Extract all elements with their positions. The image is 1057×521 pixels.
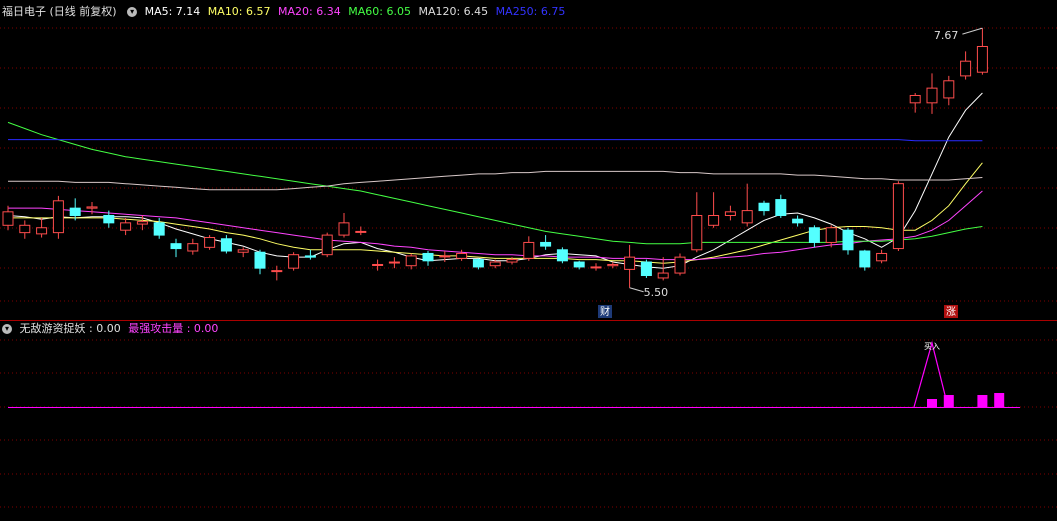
candle-body[interactable] (859, 250, 871, 268)
marker-zhang: 涨 (946, 306, 956, 318)
candle-body[interactable] (943, 80, 955, 99)
candle-body[interactable] (237, 249, 249, 253)
candle-body[interactable] (36, 227, 48, 235)
candle-body[interactable] (741, 210, 753, 224)
candle-body[interactable] (388, 261, 400, 264)
candle-body[interactable] (472, 259, 484, 268)
candle-body[interactable] (153, 222, 165, 236)
indicator-value: : 0.00 (89, 322, 121, 335)
candle-body[interactable] (204, 237, 216, 248)
candle-body[interactable] (271, 270, 283, 273)
high-price-label: 7.67 (934, 29, 959, 42)
candle-body[interactable] (304, 255, 316, 258)
candle-body[interactable] (573, 261, 585, 268)
settings-icon[interactable]: ▾ (127, 7, 138, 17)
candle-body[interactable] (976, 45, 988, 73)
candle-body[interactable] (691, 214, 703, 251)
candle-body[interactable] (456, 252, 468, 259)
candle-body[interactable] (2, 211, 14, 226)
indicator-peak-label: 买入 (924, 342, 940, 351)
candle-body[interactable] (808, 227, 820, 243)
candle-body[interactable] (792, 218, 804, 224)
candle-body[interactable] (758, 202, 770, 212)
candle-body[interactable] (422, 252, 434, 262)
candle-body[interactable] (590, 266, 602, 269)
main-header: 福日电子 (日线 前复权) ▾ MA5: 7.14 MA10: 6.57 MA2… (2, 5, 569, 19)
candle-body[interactable] (556, 249, 568, 262)
low-price-label: 5.50 (644, 286, 669, 299)
indicator2-value: : 0.00 (186, 322, 219, 335)
sub-header: ▾ 无敌游资捉妖 : 0.00 最强攻击量 : 0.00 (2, 322, 222, 336)
marker-cai: 财 (600, 305, 610, 318)
indicator2-name: 最强攻击量 (128, 322, 184, 335)
ma-line-ma250 (8, 139, 983, 142)
candle-body[interactable] (355, 230, 367, 233)
kline-chart[interactable]: 7.67 5.50 财 涨买入 (0, 0, 1057, 521)
candle-body[interactable] (506, 259, 518, 263)
ma250-label: MA250: 6.75 (495, 5, 566, 18)
indicator-bar (994, 393, 1005, 407)
candle-body[interactable] (825, 227, 837, 243)
candle-body[interactable] (254, 251, 266, 269)
ma120-label: MA120: 6.45 (418, 5, 489, 18)
candle-body[interactable] (52, 200, 64, 234)
candle-body[interactable] (640, 261, 652, 277)
indicator-bar (977, 395, 988, 407)
candle-body[interactable] (607, 263, 619, 267)
indicator-bar (927, 399, 937, 407)
candle-body[interactable] (120, 222, 132, 231)
candle-body[interactable] (909, 94, 921, 104)
ma10-label: MA10: 6.57 (207, 5, 271, 18)
candle-body[interactable] (708, 214, 720, 226)
candle-body[interactable] (405, 255, 417, 267)
candle-body[interactable] (103, 214, 115, 224)
stock-title: 福日电子 (日线 前复权) (2, 5, 117, 18)
candle-body[interactable] (69, 207, 81, 216)
candle-body[interactable] (876, 252, 888, 262)
candle-body[interactable] (19, 224, 31, 234)
low-arrow (629, 287, 644, 293)
ma-line-ma120 (8, 170, 983, 191)
candle-body[interactable] (624, 256, 636, 270)
candle-body[interactable] (170, 243, 182, 250)
candle-body[interactable] (187, 243, 199, 252)
candle-body[interactable] (842, 229, 854, 251)
indicator-peak-line (913, 340, 949, 408)
indicator-bar (943, 395, 954, 407)
candle-body[interactable] (372, 263, 384, 266)
candle-body[interactable] (523, 241, 535, 259)
candle-body[interactable] (338, 222, 350, 236)
candle-body[interactable] (540, 241, 552, 247)
candle-body[interactable] (86, 206, 98, 209)
candle-body[interactable] (724, 211, 736, 216)
candle-body[interactable] (775, 199, 787, 216)
ma5-label: MA5: 7.14 (144, 5, 201, 18)
ma-line-ma10 (8, 162, 983, 264)
candle-body[interactable] (657, 272, 669, 279)
candle-body[interactable] (321, 234, 333, 256)
candle-body[interactable] (439, 255, 451, 258)
candle-body[interactable] (926, 87, 938, 104)
high-arrow (962, 27, 983, 35)
indicator-name: 无敌游资捉妖 (19, 322, 86, 335)
candle-body[interactable] (674, 256, 686, 274)
ma60-label: MA60: 6.05 (348, 5, 411, 18)
candle-body[interactable] (288, 254, 300, 269)
candle-body[interactable] (220, 238, 232, 252)
candle-body[interactable] (489, 261, 501, 267)
candle-body[interactable] (960, 60, 972, 77)
settings-icon[interactable]: ▾ (2, 324, 12, 334)
ma20-label: MA20: 6.34 (278, 5, 341, 18)
candle-body[interactable] (892, 183, 904, 250)
candle-body[interactable] (136, 221, 148, 225)
